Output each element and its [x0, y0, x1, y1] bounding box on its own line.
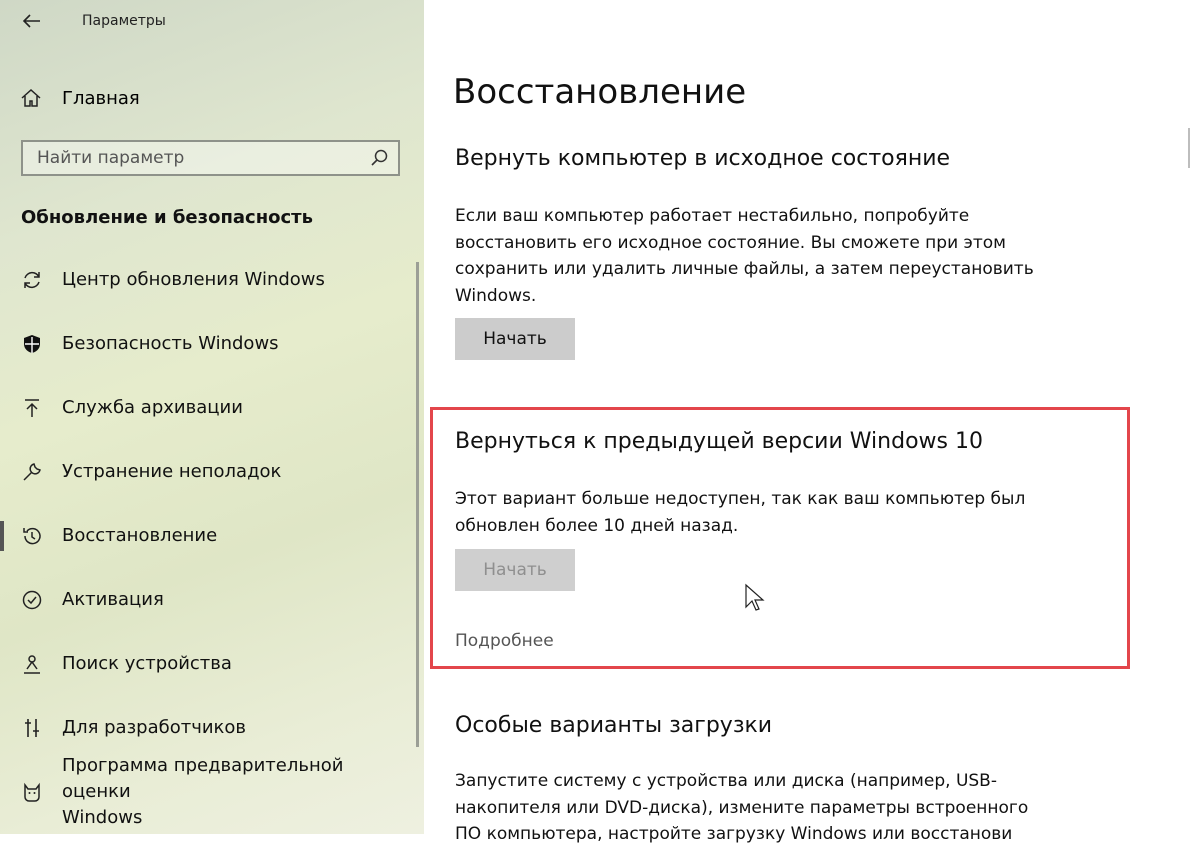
- reset-start-button[interactable]: Начать: [455, 318, 575, 360]
- rollback-section-title: Вернуться к предыдущей версии Windows 10: [455, 429, 983, 454]
- home-nav-item[interactable]: Главная: [20, 84, 140, 112]
- upload-arrow-icon: [20, 396, 44, 420]
- home-label: Главная: [62, 87, 140, 109]
- rollback-start-button[interactable]: Начать: [455, 549, 575, 591]
- sidebar-item-recovery[interactable]: Восстановление: [0, 506, 410, 566]
- sidebar-item-label: Активация: [62, 589, 164, 610]
- sidebar-item-label: Служба архивации: [62, 397, 243, 418]
- reset-section-title: Вернуть компьютер в исходное состояние: [455, 146, 951, 171]
- sidebar-item-windows-security[interactable]: Безопасность Windows: [0, 314, 410, 374]
- search-input[interactable]: [23, 142, 367, 174]
- developer-tools-icon: [20, 716, 44, 740]
- wrench-icon: [20, 460, 44, 484]
- sidebar-item-find-device[interactable]: Поиск устройства: [0, 634, 410, 694]
- sidebar-item-label: Безопасность Windows: [62, 333, 279, 354]
- main-scrollbar[interactable]: [1188, 128, 1190, 168]
- search-icon[interactable]: [370, 148, 390, 168]
- cat-insider-icon: [20, 780, 44, 804]
- sidebar-scrollbar[interactable]: [416, 262, 419, 747]
- back-arrow-icon: [22, 14, 40, 28]
- check-circle-icon: [20, 588, 44, 612]
- home-icon: [21, 88, 41, 107]
- sidebar-item-activation[interactable]: Активация: [0, 570, 410, 630]
- rollback-description: Этот вариант больше недоступен, так как …: [455, 489, 1026, 536]
- mouse-cursor-icon: [745, 583, 765, 611]
- window-title: Параметры: [82, 13, 166, 29]
- sidebar-item-label: Поиск устройства: [62, 653, 232, 674]
- search-box[interactable]: [21, 140, 400, 176]
- sidebar-item-developers[interactable]: Для разработчиков: [0, 698, 410, 758]
- sidebar-item-troubleshoot[interactable]: Устранение неполадок: [0, 442, 410, 502]
- sidebar-item-backup[interactable]: Служба архивации: [0, 378, 410, 438]
- reset-description: Если ваш компьютер работает нестабильно,…: [455, 206, 1034, 306]
- section-title: Обновление и безопасность: [21, 207, 313, 228]
- sidebar-item-windows-update[interactable]: Центр обновления Windows: [0, 250, 410, 310]
- page-title: Восстановление: [453, 72, 747, 112]
- history-icon: [20, 524, 44, 548]
- learn-more-link[interactable]: Подробнее: [455, 631, 554, 651]
- sidebar-item-label: Для разработчиков: [62, 717, 247, 738]
- sidebar-item-insider[interactable]: Программа предварительной оценки Windows: [0, 755, 410, 828]
- sidebar-item-label: Устранение неполадок: [62, 461, 282, 482]
- person-location-icon: [20, 652, 44, 676]
- selection-indicator: [0, 521, 4, 551]
- sidebar-item-label: Программа предварительной оценки Windows: [62, 755, 344, 828]
- main-content: Восстановление Вернуть компьютер в исход…: [424, 0, 1200, 844]
- sidebar-item-label: Восстановление: [62, 525, 218, 546]
- advanced-startup-title: Особые варианты загрузки: [455, 713, 773, 738]
- sidebar: Параметры Главная Обновление и безопасно…: [0, 0, 424, 834]
- back-button[interactable]: [18, 8, 46, 34]
- sync-icon: [20, 268, 44, 292]
- advanced-startup-description: Запустите систему с устройства или диска…: [455, 771, 1029, 844]
- sidebar-item-label: Центр обновления Windows: [62, 269, 325, 290]
- shield-icon: [20, 332, 44, 356]
